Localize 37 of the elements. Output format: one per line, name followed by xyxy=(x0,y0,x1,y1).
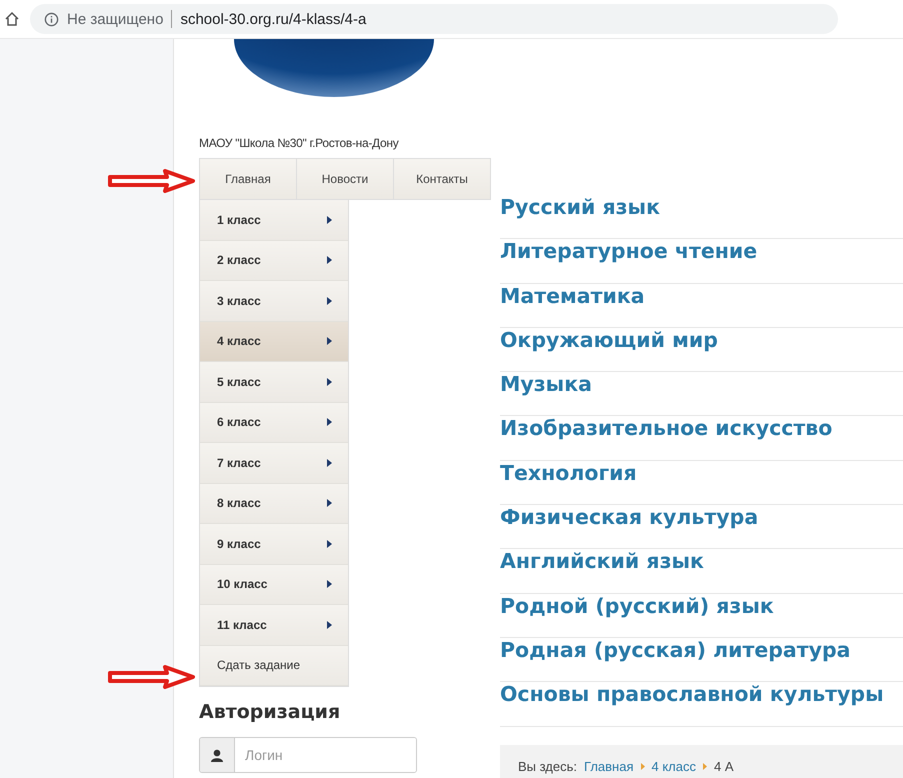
menu-item[interactable]: 7 класс xyxy=(200,443,348,484)
subject-link[interactable]: Музыка xyxy=(500,372,903,416)
menu-item[interactable]: 3 класс xyxy=(200,281,348,322)
subject-link[interactable]: Русский язык xyxy=(500,195,903,240)
menu-item[interactable]: 11 класс xyxy=(200,605,348,646)
subject-link[interactable]: Изобразительное искусство xyxy=(500,416,903,461)
menu-item[interactable]: 1 класс xyxy=(200,200,348,240)
subject-link[interactable]: Основы православной культуры xyxy=(500,682,903,727)
breadcrumb-current: 4 А xyxy=(714,759,734,774)
subject-link[interactable]: Литературное чтение xyxy=(500,239,903,284)
subject-link[interactable]: Родная (русская) литература xyxy=(500,638,903,682)
subject-link[interactable]: Математика xyxy=(500,284,903,328)
breadcrumb-label: Вы здесь: xyxy=(518,759,578,774)
nav-tab[interactable]: Новости xyxy=(297,159,394,199)
menu-item[interactable]: Сдать задание xyxy=(200,646,348,686)
subject-link[interactable]: Технология xyxy=(500,460,903,506)
url-text: school-30.org.ru/4-klass/4-a xyxy=(180,10,366,28)
subject-link[interactable]: Родной (русский) язык xyxy=(500,594,903,638)
login-field[interactable]: Логин xyxy=(199,737,417,773)
breadcrumb-link[interactable]: 4 класс xyxy=(652,759,696,774)
subject-link[interactable]: Окружающий мир xyxy=(500,328,903,372)
menu-item[interactable]: 10 класс xyxy=(200,564,348,605)
menu-item[interactable]: 8 класс xyxy=(200,484,348,524)
menu-item[interactable]: 9 класс xyxy=(200,524,348,564)
subject-link[interactable]: Английский язык xyxy=(500,549,903,594)
login-heading: Авторизация xyxy=(199,701,342,723)
menu-item[interactable]: 5 класс xyxy=(200,362,348,402)
breadcrumb-link[interactable]: Главная xyxy=(584,759,634,774)
security-label: Не защищено xyxy=(67,10,164,28)
menu-item[interactable]: 6 класс xyxy=(200,402,348,443)
nav-tab[interactable]: Главная xyxy=(200,159,297,199)
address-bar[interactable]: Не защищено school-30.org.ru/4-klass/4-a xyxy=(30,4,838,34)
menu-item[interactable]: 2 класс xyxy=(200,240,348,281)
menu-item[interactable]: 4 класс xyxy=(200,322,348,362)
site-title: МАОУ "Школа №30" г.Ростов-на-Дону xyxy=(199,136,400,152)
subject-link[interactable]: Физическая культура xyxy=(500,505,903,550)
nav-tab[interactable]: Контакты xyxy=(394,159,490,199)
